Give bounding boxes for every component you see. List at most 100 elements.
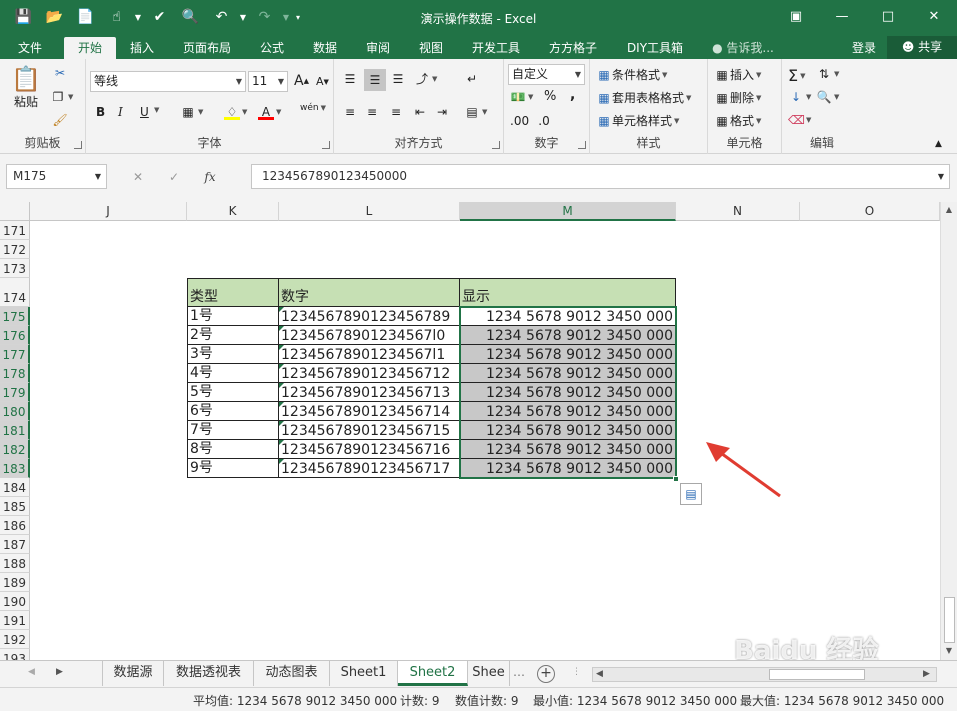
column-header-k[interactable]: K <box>187 202 279 221</box>
decrease-indent-icon[interactable]: ⇤ <box>412 104 428 120</box>
row-header[interactable]: 182 <box>0 440 30 459</box>
percent-button[interactable]: % <box>544 89 556 104</box>
number-cell[interactable]: 1234567890123456714 <box>279 402 460 421</box>
currency-button[interactable]: 💵 ▼ <box>510 89 534 105</box>
number-cell[interactable]: 1234567890123456712 <box>279 364 460 383</box>
tab-diy-toolbox[interactable]: DIY工具箱 <box>618 37 692 59</box>
row-header[interactable]: 171 <box>0 221 30 240</box>
row-header[interactable]: 189 <box>0 573 30 592</box>
copy-icon[interactable]: ❐ ▼ <box>50 89 74 105</box>
row-header[interactable]: 176 <box>0 326 30 345</box>
align-left-icon[interactable]: ≡ <box>342 104 358 120</box>
row-header[interactable]: 173 <box>0 259 30 278</box>
login-link[interactable]: 登录 <box>852 37 876 59</box>
table-header-cell[interactable]: 显示 <box>460 278 676 307</box>
type-cell[interactable]: 3号 <box>187 345 279 364</box>
orientation-icon[interactable]: ⤴ ▼ <box>414 71 437 87</box>
display-cell[interactable]: 1234 5678 9012 3450 000 <box>460 383 676 402</box>
sheet-tab-data-source[interactable]: 数据源 <box>102 661 164 686</box>
row-header[interactable]: 185 <box>0 497 30 516</box>
type-cell[interactable]: 4号 <box>187 364 279 383</box>
align-right-icon[interactable]: ≡ <box>388 104 404 120</box>
number-launcher-icon[interactable] <box>578 141 586 149</box>
column-header-o[interactable]: O <box>800 202 940 221</box>
table-header-cell[interactable]: 类型 <box>187 278 279 307</box>
collapse-ribbon-icon[interactable]: ▲ <box>935 139 942 149</box>
cancel-entry-icon[interactable]: ✕ <box>120 170 156 184</box>
align-top-icon[interactable]: ☰ <box>342 71 358 87</box>
number-cell[interactable]: 12345678901234567l0 <box>279 326 460 345</box>
display-cell[interactable]: 1234 5678 9012 3450 000 <box>460 440 676 459</box>
select-all-corner[interactable] <box>0 202 30 221</box>
increase-indent-icon[interactable]: ⇥ <box>434 104 450 120</box>
row-header[interactable]: 193 <box>0 649 30 660</box>
table-header-cell[interactable]: 数字 <box>279 278 460 307</box>
sheet-tab-sheet2[interactable]: Sheet2 <box>398 661 468 686</box>
sheet-tab-dynamic-chart[interactable]: 动态图表 <box>254 661 330 686</box>
prev-sheet-icon[interactable]: ◀ <box>28 667 35 677</box>
minimize-icon[interactable]: — <box>819 0 865 32</box>
next-sheet-icon[interactable]: ▶ <box>56 667 63 677</box>
tab-developer[interactable]: 开发工具 <box>464 37 528 59</box>
column-header-m[interactable]: M <box>460 202 676 221</box>
row-header[interactable]: 188 <box>0 554 30 573</box>
align-center-icon[interactable]: ≡ <box>364 104 380 120</box>
format-as-table-button[interactable]: ▦ 套用表格格式 ▼ <box>596 89 691 106</box>
tab-review[interactable]: 审阅 <box>356 37 400 59</box>
number-cell[interactable]: 1234567890123456717 <box>279 459 460 478</box>
tab-data[interactable]: 数据 <box>303 37 347 59</box>
sheet-tab-pivot[interactable]: 数据透视表 <box>164 661 254 686</box>
format-painter-icon[interactable]: 🖌 <box>52 112 68 128</box>
bold-button[interactable]: B <box>96 105 105 119</box>
italic-button[interactable]: I <box>118 105 123 119</box>
display-cell[interactable]: 1234 5678 9012 3450 000 <box>460 307 676 326</box>
type-cell[interactable]: 9号 <box>187 459 279 478</box>
borders-button[interactable]: ▦ ▼ <box>180 104 203 120</box>
tab-insert[interactable]: 插入 <box>120 37 164 59</box>
row-header[interactable]: 186 <box>0 516 30 535</box>
phonetic-button[interactable]: wén ▼ <box>300 103 326 113</box>
display-cell[interactable]: 1234 5678 9012 3450 000 <box>460 326 676 345</box>
type-cell[interactable]: 6号 <box>187 402 279 421</box>
row-header[interactable]: 180 <box>0 402 30 421</box>
fill-color-button[interactable]: ♢ ▼ <box>224 104 247 120</box>
insert-function-icon[interactable]: fx <box>192 170 228 184</box>
format-cells-button[interactable]: ▦ 格式 ▼ <box>714 112 761 129</box>
number-cell[interactable]: 1234567890123456715 <box>279 421 460 440</box>
type-cell[interactable]: 7号 <box>187 421 279 440</box>
sheet-tab-sheet3-partial[interactable]: Shee <box>468 661 510 686</box>
display-cell[interactable]: 1234 5678 9012 3450 000 <box>460 459 676 478</box>
worksheet-grid[interactable]: J K L M N O 171 172 173 174 175 176 177 178 179 1… <box>0 202 957 660</box>
clear-button[interactable]: ⌫ ▼ <box>788 112 811 128</box>
underline-button[interactable]: U <box>140 105 149 119</box>
type-cell[interactable]: 2号 <box>187 326 279 345</box>
tab-home[interactable]: 开始 <box>64 37 116 59</box>
font-launcher-icon[interactable] <box>322 141 330 149</box>
row-header[interactable]: 183 <box>0 459 30 478</box>
row-header[interactable]: 187 <box>0 535 30 554</box>
horizontal-scroll-thumb[interactable] <box>769 669 865 680</box>
quick-analysis-icon[interactable]: ▤ <box>680 483 702 505</box>
type-cell[interactable]: 1号 <box>187 307 279 326</box>
formula-input[interactable]: 1234567890123450000 ▼ <box>251 164 950 189</box>
expand-formula-icon[interactable]: ▼ <box>938 165 944 188</box>
scroll-right-icon[interactable]: ▶ <box>923 669 930 679</box>
cell-styles-button[interactable]: ▦ 单元格样式 ▼ <box>596 112 679 129</box>
share-button[interactable]: ☻ 共享 <box>887 36 957 59</box>
confirm-entry-icon[interactable]: ✓ <box>156 170 192 184</box>
clipboard-launcher-icon[interactable] <box>74 141 82 149</box>
vertical-scroll-thumb[interactable] <box>944 597 955 643</box>
display-cell[interactable]: 1234 5678 9012 3450 000 <box>460 364 676 383</box>
number-cell[interactable]: 1234567890123456716 <box>279 440 460 459</box>
increase-decimal-icon[interactable]: .00 <box>510 113 529 129</box>
row-header[interactable]: 179 <box>0 383 30 402</box>
display-cell[interactable]: 1234 5678 9012 3450 000 <box>460 421 676 440</box>
tab-file[interactable]: 文件 <box>8 37 52 59</box>
merge-center-icon[interactable]: ▤ ▼ <box>464 104 487 120</box>
font-color-button[interactable]: A ▼ <box>258 104 281 120</box>
display-cell[interactable]: 1234 5678 9012 3450 000 <box>460 345 676 364</box>
row-header[interactable]: 190 <box>0 592 30 611</box>
font-size-combo[interactable]: 11 ▼ <box>248 71 288 92</box>
scroll-up-icon[interactable]: ▲ <box>941 205 957 214</box>
align-bottom-icon[interactable]: ☰ <box>390 71 406 87</box>
